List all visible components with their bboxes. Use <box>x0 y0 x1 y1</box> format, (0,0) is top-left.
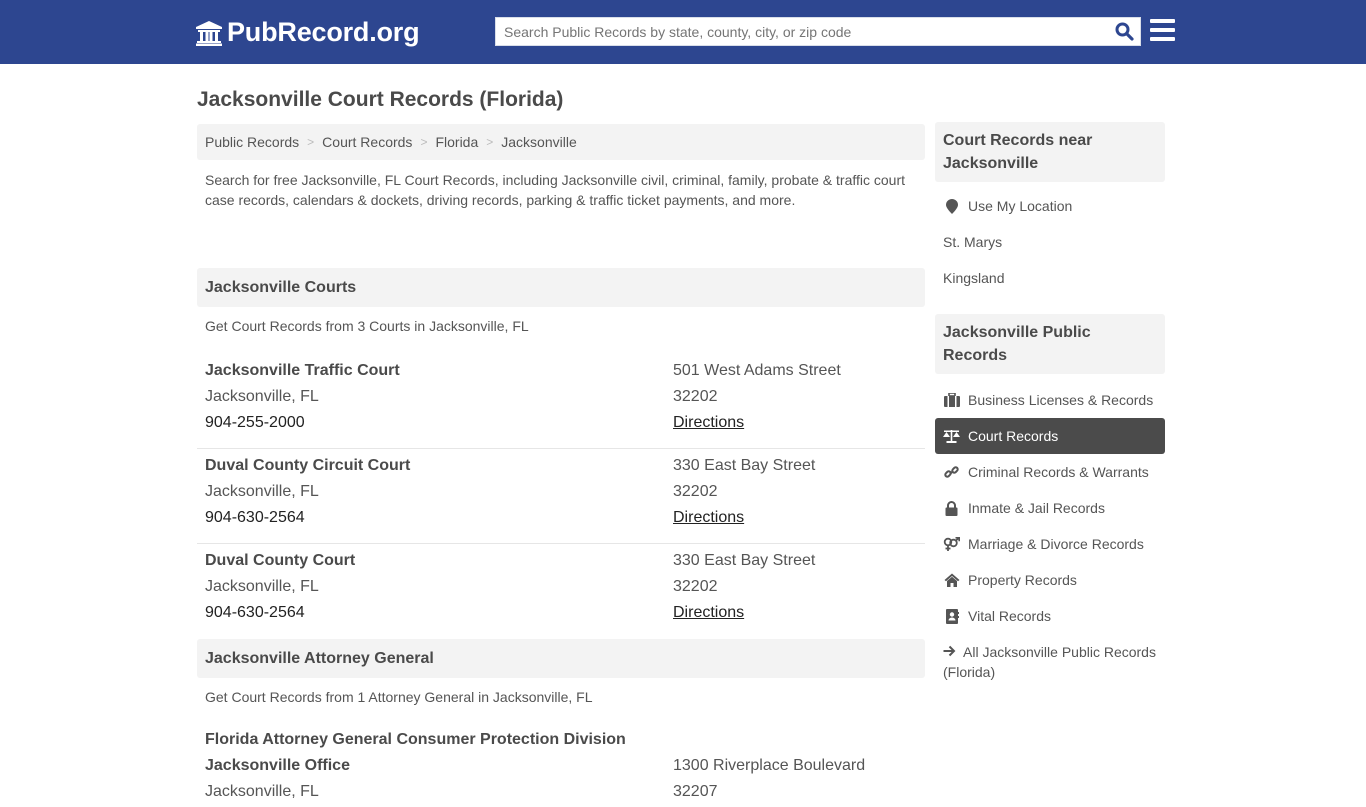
sidebar-item-label: Court Records <box>968 428 1059 444</box>
sidebar-item-court-records[interactable]: Court Records <box>935 418 1165 454</box>
court-address: 330 East Bay Street <box>673 552 816 569</box>
court-city: Jacksonville, FL <box>205 483 319 500</box>
breadcrumb-court-records[interactable]: Court Records <box>322 134 412 150</box>
balance-scale-icon <box>943 428 960 444</box>
breadcrumb-separator: > <box>420 135 428 149</box>
breadcrumb: Public Records > Court Records > Florida… <box>197 124 925 160</box>
directions-link[interactable]: Directions <box>673 414 744 431</box>
top-navbar: PubRecord.org <box>0 0 1366 64</box>
sidebar-item-inmate-records[interactable]: Inmate & Jail Records <box>935 490 1165 526</box>
menu-bar-icon <box>1150 28 1175 32</box>
search-bar <box>495 17 1141 46</box>
sidebar-item-criminal-records[interactable]: Criminal Records & Warrants <box>935 454 1165 490</box>
court-zip: 32202 <box>673 578 718 595</box>
ag-office-listing: Florida Attorney General Consumer Protec… <box>197 725 925 807</box>
sidebar-item-label: Property Records <box>968 572 1077 588</box>
sidebar-item-label: Criminal Records & Warrants <box>968 464 1149 480</box>
court-city: Jacksonville, FL <box>205 388 319 405</box>
link-icon <box>943 464 960 480</box>
site-logo-text: PubRecord.org <box>227 17 420 47</box>
sidebar-item-label: Vital Records <box>968 608 1052 624</box>
venus-mars-icon <box>943 536 960 552</box>
sidebar-item-label: Business Licenses & Records <box>968 392 1154 408</box>
ag-section-subheading: Get Court Records from 1 Attorney Genera… <box>205 689 593 705</box>
breadcrumb-separator: > <box>486 135 494 149</box>
sidebar-item-vital-records[interactable]: Vital Records <box>935 598 1165 634</box>
use-my-location-link[interactable]: Use My Location <box>935 188 1165 224</box>
sidebar-item-marriage-records[interactable]: Marriage & Divorce Records <box>935 526 1165 562</box>
court-name: Duval County Circuit Court <box>205 457 411 474</box>
menu-bar-icon <box>1150 37 1175 41</box>
court-listing: Duval County Court Jacksonville, FL 904-… <box>197 544 925 639</box>
near-city-link[interactable]: St. Marys <box>935 224 1165 260</box>
courts-section-subheading: Get Court Records from 3 Courts in Jacks… <box>205 318 529 334</box>
breadcrumb-separator: > <box>307 135 315 149</box>
breadcrumb-public-records[interactable]: Public Records <box>205 134 299 150</box>
search-icon <box>1115 22 1134 41</box>
sidebar-item-label: Inmate & Jail Records <box>968 500 1105 516</box>
use-my-location-label: Use My Location <box>968 198 1073 214</box>
ag-office-zip: 32207 <box>673 783 718 800</box>
search-button[interactable] <box>1108 18 1140 45</box>
lock-icon <box>943 500 960 516</box>
court-zip: 32202 <box>673 388 718 405</box>
directions-link[interactable]: Directions <box>673 509 744 526</box>
all-public-records-link[interactable]: All Jacksonville Public Records (Florida… <box>935 634 1165 682</box>
address-book-icon <box>943 608 960 624</box>
sidebar-near-heading: Court Records near Jacksonville <box>935 122 1165 182</box>
site-logo[interactable]: PubRecord.org <box>195 17 420 48</box>
map-marker-icon <box>943 198 960 214</box>
court-address: 501 West Adams Street <box>673 362 841 379</box>
court-listing: Jacksonville Traffic Court Jacksonville,… <box>197 354 925 449</box>
court-phone[interactable]: 904-630-2564 <box>205 602 673 628</box>
search-input[interactable] <box>496 18 1108 45</box>
breadcrumb-florida[interactable]: Florida <box>435 134 478 150</box>
page-title: Jacksonville Court Records (Florida) <box>197 88 564 111</box>
sidebar-item-property-records[interactable]: Property Records <box>935 562 1165 598</box>
bank-building-icon <box>196 20 222 46</box>
all-public-records-label: All Jacksonville Public Records (Florida… <box>943 644 1156 680</box>
ag-section-heading: Jacksonville Attorney General <box>197 639 925 678</box>
ag-office-subname: Jacksonville Office <box>205 757 350 774</box>
court-zip: 32202 <box>673 483 718 500</box>
ag-office-city: Jacksonville, FL <box>205 783 319 800</box>
near-city-link[interactable]: Kingsland <box>935 260 1165 296</box>
ag-office-address: 1300 Riverplace Boulevard <box>673 757 866 774</box>
court-listing: Duval County Circuit Court Jacksonville,… <box>197 449 925 544</box>
breadcrumb-jacksonville[interactable]: Jacksonville <box>501 134 576 150</box>
courts-section-heading: Jacksonville Courts <box>197 268 925 307</box>
court-name: Jacksonville Traffic Court <box>205 362 400 379</box>
court-address: 330 East Bay Street <box>673 457 816 474</box>
arrow-right-icon <box>943 642 957 662</box>
near-locations-list: Use My Location St. Marys Kingsland <box>935 182 1165 296</box>
sidebar-item-label: Marriage & Divorce Records <box>968 536 1144 552</box>
sidebar: Court Records near Jacksonville Use My L… <box>935 122 1165 682</box>
menu-bar-icon <box>1150 19 1175 23</box>
directions-link[interactable]: Directions <box>673 604 744 621</box>
sidebar-records-heading: Jacksonville Public Records <box>935 314 1165 374</box>
court-name: Duval County Court <box>205 552 356 569</box>
intro-text: Search for free Jacksonville, FL Court R… <box>205 172 906 208</box>
court-phone[interactable]: 904-630-2564 <box>205 507 673 533</box>
hamburger-menu-button[interactable] <box>1150 19 1175 41</box>
main-content: Public Records > Court Records > Florida… <box>197 124 925 807</box>
ag-office-name: Florida Attorney General Consumer Protec… <box>205 731 626 748</box>
court-city: Jacksonville, FL <box>205 578 319 595</box>
court-phone[interactable]: 904-255-2000 <box>205 412 673 438</box>
sidebar-item-business-licenses[interactable]: Business Licenses & Records <box>935 382 1165 418</box>
briefcase-icon <box>943 392 960 408</box>
home-icon <box>943 572 960 588</box>
records-category-list: Business Licenses & Records Court Record… <box>935 374 1165 682</box>
